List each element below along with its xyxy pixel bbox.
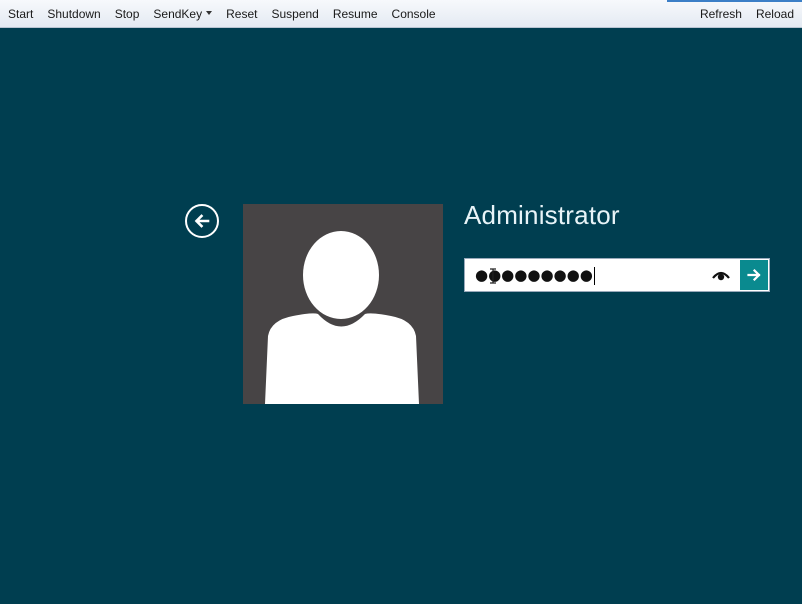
resume-button[interactable]: Resume bbox=[326, 0, 385, 27]
arrow-left-circle-icon bbox=[194, 214, 210, 228]
text-caret bbox=[593, 266, 595, 285]
shutdown-button[interactable]: Shutdown bbox=[40, 0, 107, 27]
avatar bbox=[243, 204, 443, 404]
refresh-button[interactable]: Refresh bbox=[692, 0, 749, 27]
console-toolbar: Start Shutdown Stop SendKey Reset Suspen… bbox=[0, 0, 802, 28]
toolbar-left-group: Start Shutdown Stop SendKey Reset Suspen… bbox=[0, 0, 443, 27]
windows-login-screen: Administrator ●●●●●●●●● bbox=[0, 28, 802, 604]
ibeam-cursor-icon bbox=[490, 268, 496, 284]
stop-button[interactable]: Stop bbox=[108, 0, 147, 27]
suspend-button[interactable]: Suspend bbox=[264, 0, 325, 27]
chevron-down-icon bbox=[206, 10, 213, 15]
submit-button[interactable] bbox=[740, 260, 768, 290]
sendkey-label: SendKey bbox=[153, 6, 203, 21]
toolbar-accent-strip bbox=[667, 0, 802, 2]
toolbar-right-group: Refresh Reload bbox=[692, 0, 802, 27]
username-label: Administrator bbox=[464, 200, 620, 230]
user-silhouette-icon bbox=[265, 231, 419, 404]
console-button[interactable]: Console bbox=[385, 0, 443, 27]
eye-icon bbox=[712, 271, 730, 281]
reset-button[interactable]: Reset bbox=[219, 0, 264, 27]
reveal-password-button[interactable] bbox=[707, 259, 735, 291]
back-button[interactable] bbox=[185, 204, 219, 238]
start-button[interactable]: Start bbox=[0, 0, 40, 27]
arrow-right-icon bbox=[747, 268, 761, 282]
password-field[interactable]: ●●●●●●●●● bbox=[464, 258, 770, 292]
sendkey-dropdown[interactable]: SendKey bbox=[146, 0, 219, 27]
reload-button[interactable]: Reload bbox=[749, 0, 802, 27]
